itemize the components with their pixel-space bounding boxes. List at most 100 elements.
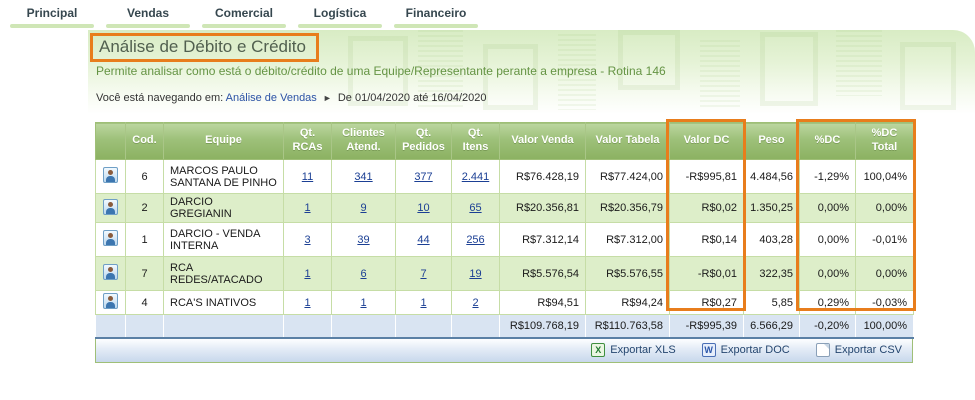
link-qt-pedidos[interactable]: 10 xyxy=(417,202,429,214)
cell-valor-dc: R$0,27 xyxy=(669,290,744,315)
cell-pdc-total: 0,00% xyxy=(855,256,914,291)
cell-valor-dc: -R$0,01 xyxy=(669,256,744,291)
page: Principal Vendas Comercial Logística Fin… xyxy=(0,0,975,400)
nav-tab-vendas[interactable]: Vendas xyxy=(106,6,190,28)
col-header-cod: Cod. xyxy=(125,122,164,160)
breadcrumb-link-analise-vendas[interactable]: Análise de Vendas xyxy=(226,92,317,104)
cell-cod: 7 xyxy=(125,256,164,291)
cell-pdc-total: 100,04% xyxy=(855,159,914,194)
cell-peso: 403,28 xyxy=(743,222,800,257)
person-icon[interactable] xyxy=(103,264,118,280)
total-pdc-total: 100,00% xyxy=(855,314,914,339)
link-clientes-atend[interactable]: 9 xyxy=(360,202,366,214)
link-qt-rcas[interactable]: 3 xyxy=(304,234,310,246)
link-qt-rcas[interactable]: 11 xyxy=(302,171,313,183)
breadcrumb-arrow-icon: ► xyxy=(322,93,332,103)
link-qt-itens[interactable]: 65 xyxy=(469,202,481,214)
page-subtitle: Permite analisar como está o débito/créd… xyxy=(96,64,666,78)
table-row: 2 DARCIO GREGIANIN 1 9 10 65 R$20.356,81… xyxy=(95,193,914,223)
link-qt-pedidos[interactable]: 7 xyxy=(420,268,426,280)
link-qt-itens[interactable]: 2 xyxy=(472,297,478,309)
nav-tab-underline xyxy=(298,24,382,28)
person-icon[interactable] xyxy=(103,230,118,246)
nav-tab-principal[interactable]: Principal xyxy=(10,6,94,28)
background-pattern xyxy=(836,30,882,96)
cell-cod: 1 xyxy=(125,222,164,257)
nav-tab-financeiro[interactable]: Financeiro xyxy=(394,6,478,28)
link-clientes-atend[interactable]: 1 xyxy=(360,297,366,309)
col-header-valor-tabela: Valor Tabela xyxy=(585,122,670,160)
link-clientes-atend[interactable]: 39 xyxy=(357,234,369,246)
breadcrumb: Você está navegando em: Análise de Venda… xyxy=(96,92,487,104)
breadcrumb-prefix: Você está navegando em: xyxy=(96,92,224,104)
cell-cod: 6 xyxy=(125,159,164,194)
link-clientes-atend[interactable]: 6 xyxy=(360,268,366,280)
total-peso: 6.566,29 xyxy=(743,314,800,339)
cell-valor-venda: R$20.356,81 xyxy=(499,193,586,223)
person-icon[interactable] xyxy=(103,293,118,309)
background-pattern xyxy=(618,30,680,90)
col-header-qt-rcas: Qt. RCAs xyxy=(283,122,332,160)
export-csv-button[interactable]: Exportar CSV xyxy=(815,343,902,357)
cell-pdc-total: -0,01% xyxy=(855,222,914,257)
cell-valor-tabela: R$77.424,00 xyxy=(585,159,670,194)
col-header-qt-itens: Qt. Itens xyxy=(451,122,500,160)
cell-cod: 4 xyxy=(125,290,164,315)
cell-valor-tabela: R$94,24 xyxy=(585,290,670,315)
cell-valor-tabela: R$20.356,79 xyxy=(585,193,670,223)
export-xls-label: Exportar XLS xyxy=(610,344,676,356)
link-qt-pedidos[interactable]: 44 xyxy=(417,234,429,246)
link-qt-rcas[interactable]: 1 xyxy=(304,202,310,214)
link-qt-itens[interactable]: 2.441 xyxy=(462,171,490,183)
results-table: Cod. Equipe Qt. RCAs Clientes Atend. Qt.… xyxy=(95,122,914,339)
nav-tab-label: Financeiro xyxy=(405,6,467,20)
totals-row: R$109.768,19 R$110.763,58 -R$995,39 6.56… xyxy=(95,314,914,339)
link-clientes-atend[interactable]: 341 xyxy=(354,171,372,183)
cell-equipe: DARCIO - VENDA INTERNA xyxy=(163,222,284,257)
export-xls-button[interactable]: X Exportar XLS xyxy=(591,343,676,357)
cell-equipe: RCA REDES/ATACADO xyxy=(163,256,284,291)
nav-tab-underline xyxy=(394,24,478,28)
col-header-pdc: %DC xyxy=(799,122,856,160)
total-valor-dc: -R$995,39 xyxy=(669,314,744,339)
cell-valor-dc: R$0,14 xyxy=(669,222,744,257)
cell-pdc: 0,00% xyxy=(799,222,856,257)
col-header-clientes-atend: Clientes Atend. xyxy=(331,122,396,160)
cell-valor-venda: R$94,51 xyxy=(499,290,586,315)
cell-peso: 4.484,56 xyxy=(743,159,800,194)
nav-tab-label: Vendas xyxy=(126,6,170,20)
nav-tab-label: Logística xyxy=(313,6,367,20)
cell-equipe: RCA'S INATIVOS xyxy=(163,290,284,315)
excel-icon: X xyxy=(591,343,606,357)
nav-tab-underline xyxy=(202,24,286,28)
link-qt-rcas[interactable]: 1 xyxy=(304,297,310,309)
cell-pdc: 0,00% xyxy=(799,256,856,291)
page-title: Análise de Débito e Crédito xyxy=(90,33,319,62)
nav-tab-logistica[interactable]: Logística xyxy=(298,6,382,28)
cell-valor-venda: R$7.312,14 xyxy=(499,222,586,257)
cell-valor-venda: R$5.576,54 xyxy=(499,256,586,291)
export-doc-button[interactable]: W Exportar DOC xyxy=(701,343,790,357)
col-header-pdc-total: %DC Total xyxy=(855,122,914,160)
person-icon[interactable] xyxy=(103,198,118,215)
link-qt-pedidos[interactable]: 377 xyxy=(414,171,432,183)
cell-valor-tabela: R$7.312,00 xyxy=(585,222,670,257)
cell-valor-dc: -R$995,81 xyxy=(669,159,744,194)
nav-tab-comercial[interactable]: Comercial xyxy=(202,6,286,28)
link-qt-rcas[interactable]: 1 xyxy=(304,268,310,280)
cell-valor-dc: R$0,02 xyxy=(669,193,744,223)
link-qt-itens[interactable]: 19 xyxy=(469,268,481,280)
cell-pdc: -1,29% xyxy=(799,159,856,194)
link-qt-itens[interactable]: 256 xyxy=(466,234,484,246)
table-row: 4 RCA'S INATIVOS 1 1 1 2 R$94,51 R$94,24… xyxy=(95,290,914,315)
link-qt-pedidos[interactable]: 1 xyxy=(420,297,426,309)
cell-pdc: 0,00% xyxy=(799,193,856,223)
background-pattern xyxy=(900,42,956,110)
export-csv-label: Exportar CSV xyxy=(834,344,902,356)
total-pdc: -0,20% xyxy=(799,314,856,339)
breadcrumb-date-range: De 01/04/2020 até 16/04/2020 xyxy=(337,92,487,104)
person-icon[interactable] xyxy=(103,167,118,183)
background-pattern xyxy=(760,32,818,106)
table-row: 1 DARCIO - VENDA INTERNA 3 39 44 256 R$7… xyxy=(95,222,914,257)
cell-valor-venda: R$76.428,19 xyxy=(499,159,586,194)
